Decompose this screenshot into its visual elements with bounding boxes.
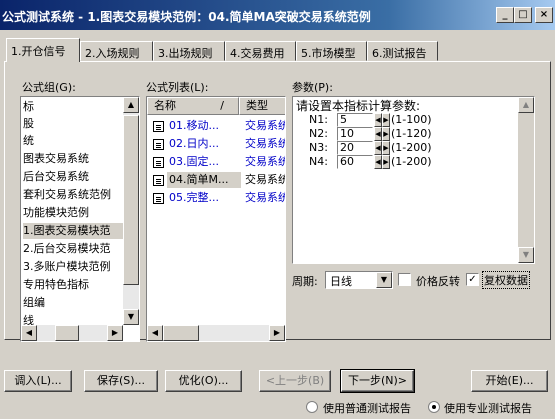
scroll-thumb[interactable] — [123, 115, 139, 285]
pro-report-radio[interactable] — [428, 401, 440, 413]
adjust-label: 复权数据 — [482, 271, 530, 289]
params-label: 参数(P): — [292, 81, 333, 94]
formula-type[interactable]: 交易系统 — [245, 190, 285, 206]
param-n2-input[interactable]: 10 — [337, 127, 373, 141]
scroll-up-icon[interactable]: ▲ — [123, 97, 139, 113]
scroll-right-icon[interactable]: ▶ — [269, 325, 285, 341]
tree-item[interactable]: 套利交易系统范例 — [23, 187, 111, 203]
formula-type[interactable]: 交易系统 — [245, 154, 285, 170]
scroll-left-icon[interactable]: ◀ — [21, 325, 37, 341]
adjust-checkbox[interactable]: ✓ — [466, 273, 479, 286]
spin-left-icon[interactable]: ◀ — [374, 127, 382, 141]
param-n3-input[interactable]: 20 — [337, 141, 373, 155]
scroll-left-icon[interactable]: ◀ — [147, 325, 163, 341]
scroll-down-icon[interactable]: ▼ — [123, 309, 139, 325]
group-hscrollbar[interactable]: ◀ ▶ — [21, 325, 123, 341]
formula-file-icon — [153, 193, 164, 204]
params-vscrollbar[interactable]: ▲ ▼ — [518, 97, 534, 263]
spin-right-icon[interactable]: ▶ — [382, 155, 390, 169]
spin-right-icon[interactable]: ▶ — [382, 113, 390, 127]
formula-file-icon — [153, 175, 164, 186]
tree-item[interactable]: 2.后台交易模块范 — [23, 241, 111, 257]
tree-item[interactable]: 后台交易系统 — [23, 169, 89, 185]
param-name: N4: — [309, 155, 328, 168]
maximize-button[interactable]: □ — [514, 7, 532, 23]
tree-item[interactable]: 功能模块范例 — [23, 205, 89, 221]
formula-list-label: 公式列表(L): — [146, 81, 209, 94]
formula-name[interactable]: 05.完整... — [169, 190, 239, 206]
formula-list[interactable]: 名称 / 类型 01.移动... 交易系统 02.日内... 交易系统 03.固定… — [146, 96, 286, 342]
scroll-up-icon[interactable]: ▲ — [518, 97, 534, 113]
title-bar: 公式测试系统 - 1.图表交易模块范例：04.简单MA突破交易系统范例 _ □ … — [0, 0, 555, 30]
group-label: 公式组(G): — [22, 81, 76, 94]
formula-name[interactable]: 03.固定... — [169, 154, 239, 170]
save-button[interactable]: 保存(S)... — [84, 370, 158, 392]
tab-entry-rules[interactable]: 2.入场规则 — [80, 41, 153, 61]
close-button[interactable]: × — [535, 7, 553, 23]
column-header-name[interactable]: 名称 / — [147, 97, 239, 115]
scroll-thumb[interactable] — [55, 325, 79, 341]
formula-group-tree[interactable]: 标 股 统 图表交易系统 后台交易系统 套利交易系统范例 功能模块范例 1.图表… — [20, 96, 140, 342]
formula-file-icon — [153, 139, 164, 150]
tab-open-signal[interactable]: 1.开仓信号 — [6, 38, 80, 62]
column-header-type[interactable]: 类型 — [239, 97, 285, 115]
param-n4-spinner[interactable]: ◀ ▶ — [374, 155, 390, 169]
tab-exit-rules[interactable]: 3.出场规则 — [153, 41, 225, 61]
pro-report-label: 使用专业测试报告 — [444, 402, 532, 415]
start-button[interactable]: 开始(E)... — [471, 370, 548, 392]
spin-right-icon[interactable]: ▶ — [382, 141, 390, 155]
minimize-button[interactable]: _ — [496, 7, 514, 23]
prev-button[interactable]: <上一步(B) — [259, 370, 331, 392]
reverse-label: 价格反转 — [416, 275, 460, 288]
formula-name-selected[interactable]: 04.简单M... — [167, 172, 241, 188]
param-n3-spinner[interactable]: ◀ ▶ — [374, 141, 390, 155]
formula-file-icon — [153, 157, 164, 168]
param-n2-spinner[interactable]: ◀ ▶ — [374, 127, 390, 141]
period-label: 周期: — [292, 275, 318, 288]
param-range: (1-200) — [391, 155, 432, 168]
spin-left-icon[interactable]: ◀ — [374, 155, 382, 169]
spin-left-icon[interactable]: ◀ — [374, 113, 382, 127]
tree-item[interactable]: 图表交易系统 — [23, 151, 89, 167]
param-n4-input[interactable]: 60 — [337, 155, 373, 169]
formula-type-selected[interactable]: 交易系统 — [245, 172, 285, 188]
normal-report-radio[interactable] — [306, 401, 318, 413]
param-n1-spinner[interactable]: ◀ ▶ — [374, 113, 390, 127]
tree-item[interactable]: 专用特色指标 — [23, 277, 89, 293]
scroll-right-icon[interactable]: ▶ — [107, 325, 123, 341]
import-button[interactable]: 调入(L)... — [4, 370, 72, 392]
scroll-thumb[interactable] — [163, 325, 199, 341]
reverse-checkbox[interactable] — [398, 273, 411, 286]
normal-report-label: 使用普通测试报告 — [323, 402, 411, 415]
formula-type[interactable]: 交易系统 — [245, 118, 285, 134]
tree-item[interactable]: 股 — [23, 116, 34, 132]
tree-item[interactable]: 组编 — [23, 295, 45, 311]
formula-file-icon — [153, 121, 164, 132]
sort-slash-icon: / — [220, 99, 224, 112]
tree-item[interactable]: 统 — [23, 133, 34, 149]
tree-item[interactable]: 3.多账户模块范例 — [23, 259, 111, 275]
param-n1-input[interactable]: 5 — [337, 113, 373, 127]
tree-item-selected[interactable]: 1.图表交易模块范 — [23, 223, 123, 239]
optimize-button[interactable]: 优化(O)... — [165, 370, 242, 392]
group-vscrollbar[interactable]: ▲ ▼ — [123, 97, 139, 325]
spin-left-icon[interactable]: ◀ — [374, 141, 382, 155]
formula-hscrollbar[interactable]: ◀ ▶ — [147, 325, 285, 341]
window-title: 公式测试系统 - 1.图表交易模块范例：04.简单MA突破交易系统范例 — [2, 10, 371, 24]
formula-name[interactable]: 01.移动... — [169, 118, 239, 134]
formula-type[interactable]: 交易系统 — [245, 136, 285, 152]
period-select[interactable]: 日线 ▼ — [325, 271, 393, 289]
spin-right-icon[interactable]: ▶ — [382, 127, 390, 141]
params-box: 请设置本指标计算参数: N1: 5 ◀ ▶ (1-100) N2: 10 ◀ ▶ (… — [292, 96, 535, 264]
tab-market-model[interactable]: 5.市场模型 — [296, 41, 367, 61]
tab-test-report[interactable]: 6.测试报告 — [367, 41, 438, 61]
next-button[interactable]: 下一步(N)> — [340, 369, 415, 393]
tree-item[interactable]: 标 — [23, 99, 34, 115]
scroll-down-icon[interactable]: ▼ — [518, 247, 534, 263]
tab-trading-costs[interactable]: 4.交易费用 — [225, 41, 296, 61]
chevron-down-icon[interactable]: ▼ — [376, 272, 392, 288]
formula-name[interactable]: 02.日内... — [169, 136, 239, 152]
